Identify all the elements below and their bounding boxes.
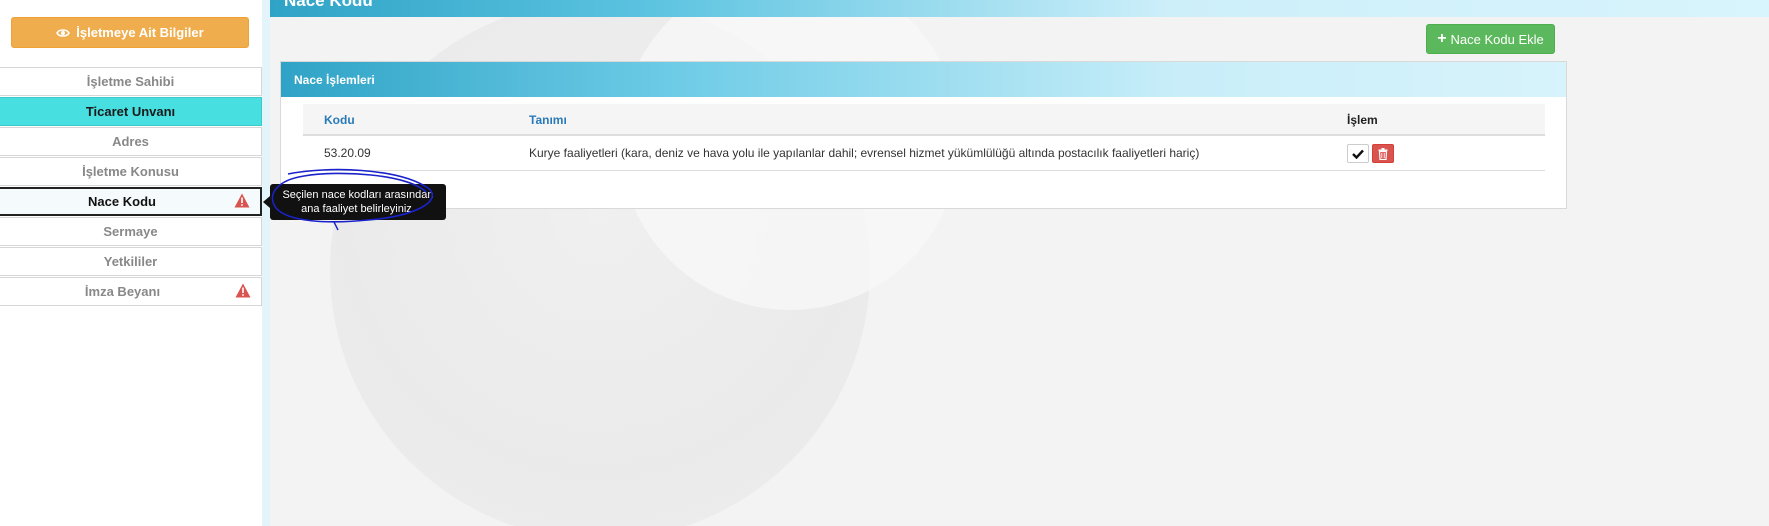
warning-icon [234, 193, 250, 208]
tooltip-line-1: Seçilen nace kodları arasından [282, 189, 434, 201]
sidebar-item-isletme-sahibi[interactable]: İşletme Sahibi [0, 67, 262, 96]
sidebar-item-adres[interactable]: Adres [0, 127, 262, 156]
add-nace-code-button[interactable]: + Nace Kodu Ekle [1426, 24, 1555, 54]
tooltip: Seçilen nace kodları arasından ana faali… [270, 184, 446, 220]
panel-heading: Nace İşlemleri [281, 62, 1566, 97]
tooltip-arrow [263, 196, 270, 208]
sidebar-item-label: İmza Beyanı [84, 284, 161, 299]
plus-icon: + [1437, 30, 1447, 47]
cell-description: Kurye faaliyetleri (kara, deniz ve hava … [529, 146, 1200, 160]
page-title: Nace Kodu [284, 0, 373, 10]
sidebar-item-label: İşletme Konusu [82, 164, 179, 179]
sidebar-menu: İşletme Sahibi Ticaret Unvanı Adres İşle… [0, 67, 262, 307]
sidebar-item-nace-kodu[interactable]: Nace Kodu [0, 187, 262, 216]
nace-table: Kodu Tanımı İşlem 53.20.09 Kurye faaliye… [303, 104, 1545, 171]
warning-icon [235, 283, 251, 298]
main-content: Nace Kodu + Nace Kodu Ekle Nace İşlemler… [270, 0, 1769, 526]
check-icon [1352, 149, 1364, 159]
nace-panel: Nace İşlemleri Kodu Tanımı İşlem 53.20.0… [280, 61, 1567, 209]
sidebar-item-label: Nace Kodu [88, 194, 156, 209]
sidebar-item-label: Ticaret Unvanı [85, 104, 176, 119]
table-header: Kodu Tanımı İşlem [303, 104, 1545, 136]
sidebar-item-imza-beyani[interactable]: İmza Beyanı [0, 277, 262, 306]
column-header-description[interactable]: Tanımı [529, 113, 567, 127]
page-header: Nace Kodu [270, 0, 1769, 17]
eye-icon [56, 26, 71, 40]
trash-icon [1378, 147, 1388, 160]
delete-button[interactable] [1372, 144, 1394, 163]
set-main-activity-button[interactable] [1347, 144, 1369, 163]
column-header-action: İşlem [1347, 113, 1378, 127]
sidebar-item-sermaye[interactable]: Sermaye [0, 217, 262, 246]
add-nace-code-label: Nace Kodu Ekle [1450, 31, 1544, 47]
sidebar-divider [262, 0, 270, 526]
sidebar-item-label: Yetkililer [103, 254, 158, 269]
panel-title: Nace İşlemleri [294, 72, 375, 87]
business-info-label: İşletmeye Ait Bilgiler [76, 25, 204, 40]
sidebar-item-isletme-konusu[interactable]: İşletme Konusu [0, 157, 262, 186]
table-row: 53.20.09 Kurye faaliyetleri (kara, deniz… [303, 136, 1545, 171]
sidebar-item-ticaret-unvani[interactable]: Ticaret Unvanı [0, 97, 262, 126]
tooltip-line-2: ana faaliyet belirleyiniz. [301, 203, 415, 215]
sidebar: İşletmeye Ait Bilgiler İşletme Sahibi Ti… [0, 0, 262, 526]
sidebar-item-yetkililer[interactable]: Yetkililer [0, 247, 262, 276]
column-header-code[interactable]: Kodu [324, 113, 355, 127]
business-info-button[interactable]: İşletmeye Ait Bilgiler [11, 17, 249, 48]
cell-code: 53.20.09 [324, 146, 371, 160]
sidebar-item-label: Sermaye [103, 224, 158, 239]
sidebar-item-label: Adres [112, 134, 149, 149]
sidebar-item-label: İşletme Sahibi [86, 74, 175, 89]
